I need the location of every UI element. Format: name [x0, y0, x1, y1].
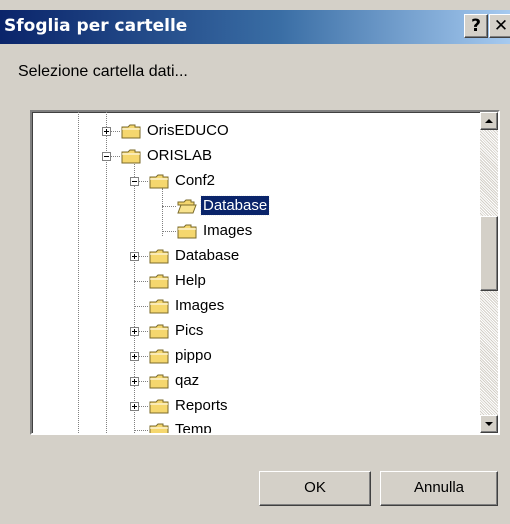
browse-folder-dialog: Sfoglia per cartelle ? ✕ Selezione carte… [0, 0, 510, 524]
folder-icon [149, 249, 169, 264]
arrow-down-icon [485, 422, 493, 426]
tree-item-label: Images [203, 222, 253, 239]
tree-item-label: qaz [175, 372, 200, 389]
scroll-up-button[interactable] [480, 112, 498, 130]
tree-item-label: Help [175, 272, 206, 289]
collapse-icon[interactable] [130, 177, 139, 186]
collapse-icon[interactable] [102, 152, 111, 161]
tree-item-label: Pics [175, 322, 204, 339]
tree-item-label: Database [199, 195, 271, 216]
close-icon: ✕ [493, 16, 509, 36]
scrollbar-thumb[interactable] [480, 216, 498, 291]
tree-item-label: ORISLAB [147, 147, 213, 164]
expand-icon[interactable] [130, 377, 139, 386]
expand-icon[interactable] [130, 352, 139, 361]
folder-tree-view[interactable]: OrisEDUCO ORISLAB Conf2 Database Images … [30, 110, 500, 435]
folder-icon [121, 124, 141, 139]
folder-icon [149, 324, 169, 339]
tree-item-label: pippo [175, 347, 212, 364]
expand-icon[interactable] [102, 127, 111, 136]
folder-icon [121, 149, 141, 164]
folder-icon [149, 423, 169, 433]
help-button[interactable]: ? [464, 14, 488, 38]
title-bar[interactable]: Sfoglia per cartelle ? ✕ [0, 10, 510, 44]
folder-icon [149, 174, 169, 189]
folder-icon [149, 299, 169, 314]
tree-item-label: Temp [175, 421, 212, 433]
tree-item-label: Conf2 [175, 172, 216, 189]
folder-icon [149, 349, 169, 364]
cancel-button[interactable]: Annulla [380, 471, 498, 506]
window-title: Sfoglia per cartelle [4, 16, 188, 36]
expand-icon[interactable] [130, 252, 139, 261]
expand-icon[interactable] [130, 327, 139, 336]
tree-item-label: Images [175, 297, 225, 314]
close-button[interactable]: ✕ [489, 14, 510, 38]
folder-icon [149, 399, 169, 414]
dialog-prompt: Selezione cartella dati... [18, 63, 188, 80]
ok-button[interactable]: OK [259, 471, 371, 506]
folder-icon [149, 374, 169, 389]
folder-icon [149, 274, 169, 289]
tree-item-label: Database [175, 247, 240, 264]
vertical-scrollbar[interactable] [480, 112, 498, 433]
help-icon: ? [471, 16, 481, 36]
folder-icon [177, 224, 197, 239]
folder-tree[interactable]: OrisEDUCO ORISLAB Conf2 Database Images … [32, 112, 480, 433]
scroll-down-button[interactable] [480, 415, 498, 433]
arrow-up-icon [485, 119, 493, 123]
expand-icon[interactable] [130, 402, 139, 411]
open-folder-icon [177, 199, 197, 214]
tree-item-label: Reports [175, 397, 228, 414]
tree-item-label: OrisEDUCO [147, 122, 229, 139]
